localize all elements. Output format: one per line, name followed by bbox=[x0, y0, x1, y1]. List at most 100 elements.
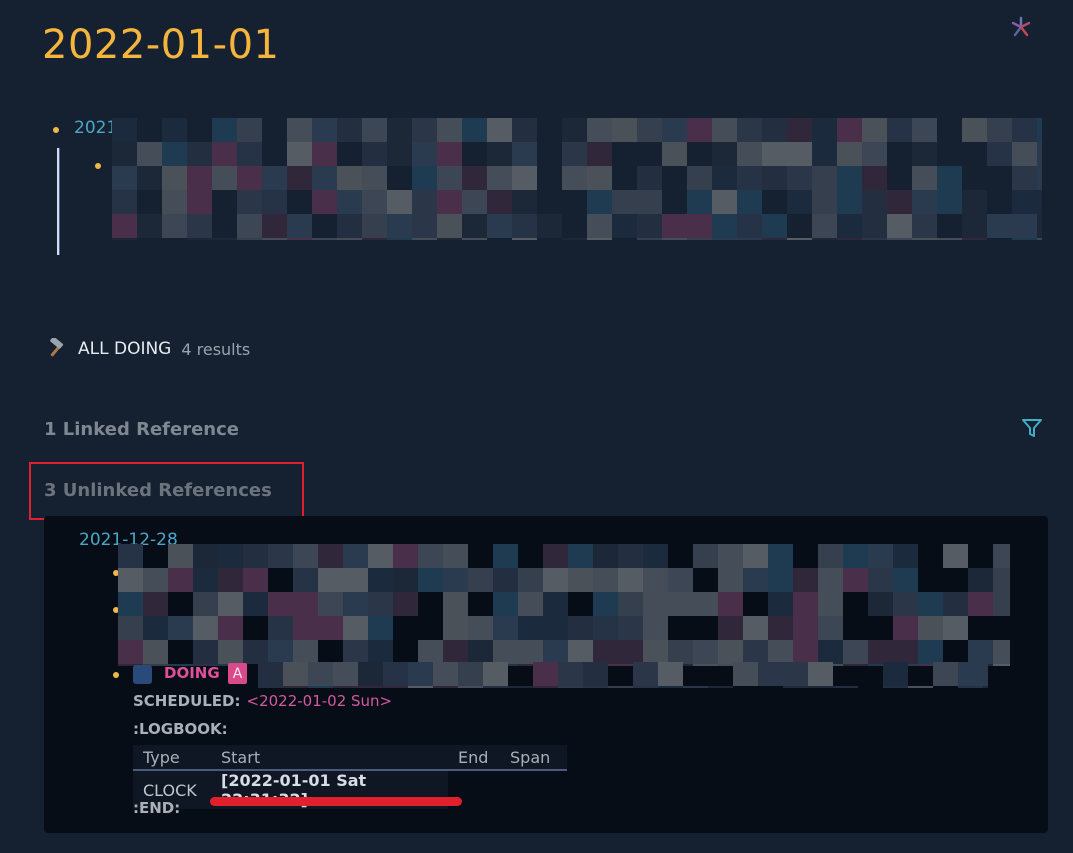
redaction-pixel bbox=[393, 544, 418, 568]
redaction-pixel bbox=[743, 568, 768, 592]
ref-bullet[interactable] bbox=[113, 672, 119, 678]
linked-references-heading[interactable]: 1 Linked Reference bbox=[44, 419, 239, 440]
redaction-pixel bbox=[193, 640, 218, 664]
redaction-pixel bbox=[812, 238, 837, 240]
child-bullet[interactable] bbox=[95, 163, 101, 169]
redaction-pixel bbox=[512, 214, 537, 238]
redaction-pixel bbox=[608, 686, 633, 688]
redaction-pixel bbox=[543, 544, 568, 568]
redaction-pixel bbox=[712, 190, 737, 214]
redaction-pixel bbox=[112, 214, 137, 238]
redaction-pixel bbox=[337, 214, 362, 238]
redaction-pixel bbox=[693, 592, 718, 616]
redaction-pixel bbox=[693, 640, 718, 664]
redaction-pixel bbox=[343, 616, 368, 640]
redaction-pixel bbox=[387, 238, 412, 240]
redaction-pixel bbox=[487, 166, 512, 190]
query-count: 4 results bbox=[181, 339, 251, 359]
redaction-pixel bbox=[718, 544, 743, 568]
redaction-pixel bbox=[237, 118, 262, 142]
redaction-pixel bbox=[383, 662, 408, 686]
redaction-pixel bbox=[437, 118, 462, 142]
redaction-pixel bbox=[737, 118, 762, 142]
redaction-pixel bbox=[737, 214, 762, 238]
col-end: End bbox=[448, 745, 500, 771]
block-guide-line bbox=[59, 148, 60, 255]
redaction-pixel bbox=[143, 592, 168, 616]
redaction-pixel bbox=[293, 640, 318, 664]
redaction-pixel bbox=[268, 640, 293, 664]
redaction-pixel bbox=[937, 190, 962, 214]
redaction-pixel bbox=[118, 640, 143, 664]
redaction-pixel bbox=[508, 686, 533, 688]
redaction-pixel bbox=[543, 616, 568, 640]
redaction-pixel bbox=[562, 238, 587, 240]
col-type: Type bbox=[133, 745, 211, 771]
redaction-pixel bbox=[362, 238, 387, 240]
scheduled-value[interactable]: <2022-01-02 Sun> bbox=[247, 692, 393, 710]
redaction-pixel bbox=[793, 640, 818, 664]
redaction-pixel bbox=[993, 544, 1010, 568]
redaction-pixel bbox=[912, 190, 937, 214]
redaction-pixel bbox=[708, 686, 733, 688]
redaction-pixel bbox=[887, 118, 912, 142]
query-label: ALL DOING bbox=[78, 339, 172, 359]
redaction-pixel bbox=[983, 686, 988, 688]
filter-icon[interactable] bbox=[1021, 417, 1043, 439]
redaction-pixel bbox=[308, 686, 333, 688]
redaction-pixel bbox=[893, 616, 918, 640]
redaction-pixel bbox=[283, 662, 308, 686]
redaction-pixel bbox=[618, 640, 643, 664]
redaction-pixel bbox=[662, 142, 687, 166]
asterisk-settings-icon[interactable] bbox=[1010, 16, 1032, 38]
redaction-pixel bbox=[433, 662, 458, 686]
redaction-pixel bbox=[1012, 166, 1037, 190]
redaction-pixel bbox=[593, 544, 618, 568]
page-title[interactable]: 2022-01-01 bbox=[42, 22, 279, 68]
query-header[interactable]: ALL DOING 4 results bbox=[46, 337, 250, 361]
redaction-pixel bbox=[912, 214, 937, 238]
redaction-pixel bbox=[162, 166, 187, 190]
redaction-pixel bbox=[718, 616, 743, 640]
redaction-pixel bbox=[558, 686, 583, 688]
redaction-pixel bbox=[787, 142, 812, 166]
redaction-pixel bbox=[712, 166, 737, 190]
task-checkbox[interactable] bbox=[133, 665, 152, 684]
redaction-pixel bbox=[333, 686, 358, 688]
redaction-pixel bbox=[137, 142, 162, 166]
redaction-pixel bbox=[808, 686, 833, 688]
redaction-pixel bbox=[437, 166, 462, 190]
redaction-pixel bbox=[987, 118, 1012, 142]
redaction-pixel bbox=[412, 238, 437, 240]
redaction-pixel bbox=[362, 142, 387, 166]
redaction-pixel bbox=[1037, 214, 1042, 238]
redaction-pixel bbox=[318, 568, 343, 592]
redaction-pixel bbox=[768, 544, 793, 568]
redaction-pixel bbox=[1037, 238, 1042, 240]
redaction-pixel bbox=[562, 118, 587, 142]
redaction-pixel bbox=[643, 568, 668, 592]
redaction-pixel bbox=[112, 118, 137, 142]
priority-badge[interactable]: A bbox=[228, 663, 247, 684]
redaction-pixel bbox=[168, 544, 193, 568]
redaction-pixel bbox=[862, 238, 887, 240]
redaction-pixel bbox=[218, 568, 243, 592]
redaction-pixel bbox=[512, 118, 537, 142]
redaction-pixel bbox=[962, 214, 987, 238]
redaction-pixel bbox=[912, 238, 937, 240]
redaction-pixel bbox=[187, 166, 212, 190]
redaction-pixel bbox=[837, 166, 862, 190]
redaction-pixel bbox=[808, 662, 833, 686]
task-marker[interactable]: DOING bbox=[164, 664, 220, 682]
block-bullet[interactable] bbox=[53, 127, 59, 133]
redaction-pixel bbox=[187, 142, 212, 166]
redaction-pixel bbox=[318, 616, 343, 640]
redaction-pixel bbox=[618, 544, 643, 568]
redaction-pixel bbox=[712, 142, 737, 166]
redaction-pixel bbox=[587, 142, 612, 166]
redaction-pixel bbox=[168, 616, 193, 640]
redaction-pixel bbox=[762, 142, 787, 166]
redaction-pixel bbox=[918, 592, 943, 616]
redaction-pixel bbox=[818, 592, 843, 616]
redaction-pixel bbox=[762, 238, 787, 240]
